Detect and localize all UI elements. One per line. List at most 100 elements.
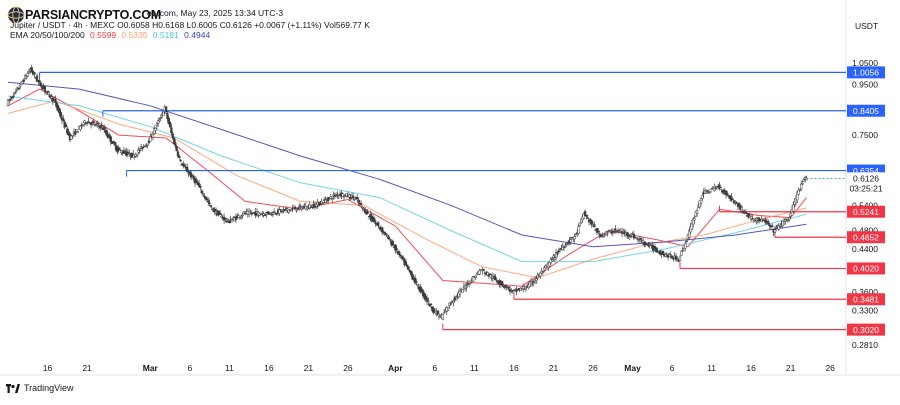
candle-body <box>201 193 205 195</box>
candle-body <box>507 286 510 289</box>
candle-body <box>437 313 441 317</box>
support-label: 0.4652 <box>853 232 879 242</box>
candle-body <box>726 193 729 195</box>
candle-body <box>290 208 293 212</box>
candle-body <box>541 271 545 273</box>
candle-body <box>699 197 703 204</box>
candle-body <box>678 256 682 261</box>
candle-body <box>218 212 222 215</box>
candle-body <box>79 125 82 130</box>
x-tick-label: 21 <box>82 363 92 373</box>
candle-body <box>143 145 147 148</box>
candle-body <box>54 99 57 103</box>
candle-body <box>270 211 273 214</box>
ema50-value: 0.5335 <box>121 30 148 40</box>
candle-body <box>647 244 650 247</box>
candle-body <box>778 226 782 228</box>
tradingview-logo-icon <box>6 383 20 393</box>
ema-legend[interactable]: EMA 20/50/100/200 0.5599 0.5335 0.5181 0… <box>10 30 210 40</box>
candle-body <box>731 198 734 200</box>
candle-body <box>719 187 722 190</box>
candle-body <box>195 179 198 183</box>
candle-body <box>47 92 50 95</box>
candle-body <box>569 239 572 243</box>
candle-body <box>294 206 297 210</box>
candle-body <box>614 228 617 231</box>
candle-body <box>224 217 227 220</box>
candle-body <box>230 219 234 223</box>
candle-body <box>348 194 351 198</box>
candle-body <box>399 254 402 256</box>
candle-body <box>238 217 242 219</box>
candle-body <box>132 153 135 155</box>
candle-body <box>179 159 182 162</box>
x-tick-label: 21 <box>786 363 796 373</box>
candle-body <box>64 124 68 128</box>
x-tick-label: 11 <box>225 363 234 373</box>
candle-body <box>577 226 580 234</box>
candle-body <box>138 149 141 152</box>
candle-body <box>608 230 612 232</box>
candle-body <box>388 239 392 241</box>
candle-body <box>612 231 616 233</box>
candle-body <box>709 191 712 193</box>
candle-body <box>767 221 770 224</box>
candle-body <box>453 297 456 301</box>
candle-body <box>234 216 238 220</box>
candle-body <box>205 198 209 201</box>
volume-value: Vol569.77 K <box>324 20 370 30</box>
candle-body <box>391 240 394 246</box>
y-tick-label: 0.7500 <box>852 130 878 140</box>
candle-body <box>427 300 430 303</box>
symbol-label[interactable]: Jupiter / USDT · 4h · MEXC <box>10 20 115 30</box>
candle-body <box>87 121 90 123</box>
ema-line-1 <box>7 88 807 287</box>
candle-body <box>593 224 596 228</box>
candle-body <box>695 210 699 214</box>
candle-body <box>149 136 152 142</box>
candle-body <box>478 270 481 275</box>
candle-body <box>792 204 795 212</box>
candle-body <box>773 229 776 233</box>
candle-body <box>8 99 11 102</box>
candle-body <box>305 207 309 210</box>
candle-body <box>39 82 43 87</box>
candle-body <box>99 126 102 129</box>
candle-body <box>487 274 491 277</box>
axis-currency: USDT <box>855 21 879 31</box>
candle-body <box>151 133 155 138</box>
candle-body <box>18 86 22 89</box>
tradingview-brand[interactable]: TradingView <box>6 383 74 393</box>
y-tick-label: 0.9500 <box>852 80 878 90</box>
candle-body <box>175 146 178 152</box>
candle-body <box>295 209 298 212</box>
header-line-1: ew.com, May 23, 2025 13:34 UTC-3 <box>10 8 283 18</box>
x-tick-label: 26 <box>588 363 598 373</box>
candle-body <box>639 238 642 240</box>
candle-body <box>359 202 363 205</box>
candle-body <box>558 248 562 251</box>
x-tick-label: 26 <box>343 363 353 373</box>
candle-body <box>296 207 300 210</box>
ema-line-3 <box>7 95 807 263</box>
candle-body <box>133 156 136 158</box>
candle-body <box>17 87 20 90</box>
candle-body <box>452 300 455 303</box>
candle-body <box>446 306 450 311</box>
candle-body <box>656 250 659 252</box>
candle-body <box>76 131 79 134</box>
candle-body <box>564 246 567 248</box>
candle-body <box>273 211 276 213</box>
candlestick-chart[interactable]: 1.05000.95000.75000.54000.48000.44000.36… <box>0 0 900 400</box>
candle-body <box>220 215 223 218</box>
candle-body <box>178 155 181 159</box>
candle-body <box>735 202 738 204</box>
candle-body <box>574 233 578 235</box>
candle-body <box>771 225 774 228</box>
candle-body <box>199 185 202 188</box>
header-line-2: Jupiter / USDT · 4h · MEXC O0.6058 H0.61… <box>10 20 370 30</box>
candle-body <box>669 254 672 256</box>
candle-body <box>12 95 15 98</box>
x-tick-label: 6 <box>670 363 675 373</box>
x-tick-label: 21 <box>304 363 314 373</box>
